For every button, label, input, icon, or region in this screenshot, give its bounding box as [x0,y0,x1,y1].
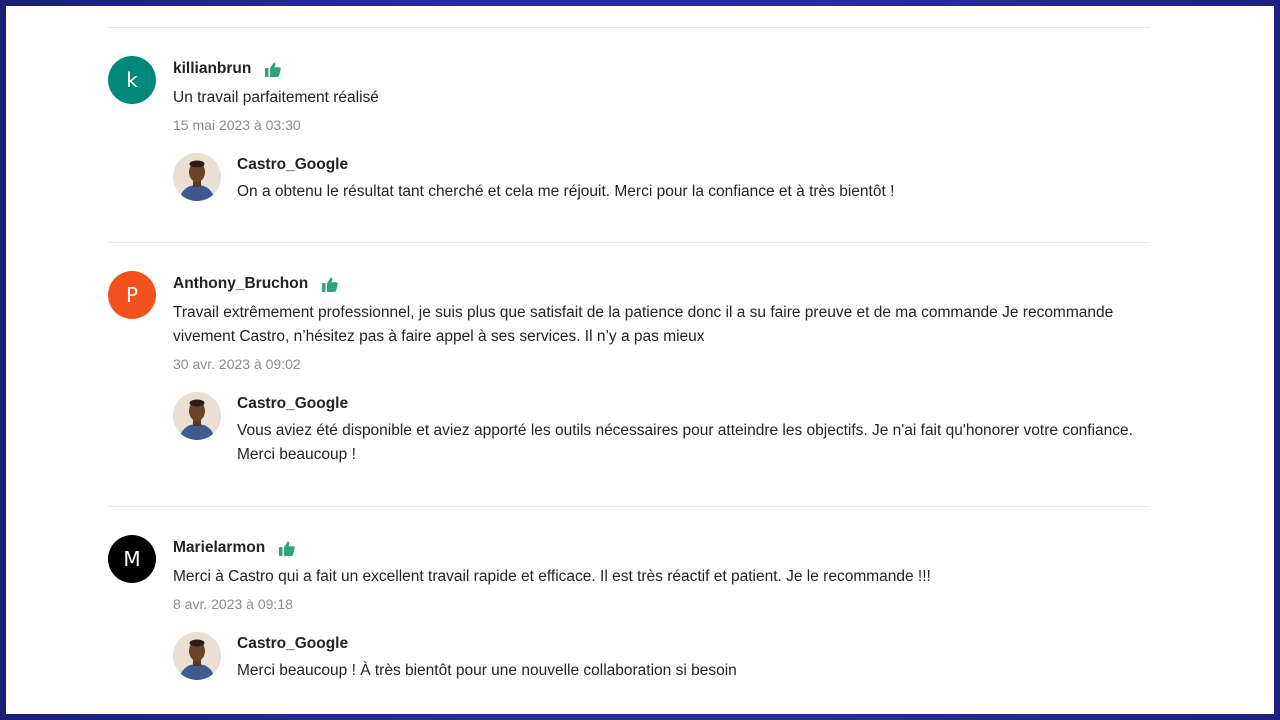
reviews-panel: k killianbrun Un travail parfaitement ré… [6,6,1274,714]
review-header: killianbrun [173,57,1150,81]
seller-reply-text: Merci beaucoup ! À très bientôt pour une… [237,662,737,679]
review-date: 30 avr. 2023 à 09:02 [173,356,301,372]
seller-reply-text: On a obtenu le résultat tant cherché et … [237,183,895,200]
review-body: killianbrun Un travail parfaitement réal… [173,56,1150,213]
divider [108,27,1150,28]
seller-name[interactable]: Castro_Google [237,392,1150,416]
seller-name[interactable]: Castro_Google [237,153,1150,177]
username[interactable]: Anthony_Bruchon [173,275,308,293]
username[interactable]: Marielarmon [173,539,265,557]
review-header: Marielarmon [173,536,1150,560]
avatar[interactable]: k [108,56,156,104]
divider [108,506,1150,507]
review-body: Anthony_Bruchon Travail extrêmement prof… [173,271,1150,476]
seller-reply: Castro_Google On a obtenu le résultat ta… [173,153,1150,213]
seller-reply-body: Castro_Google On a obtenu le résultat ta… [237,153,1150,204]
seller-name[interactable]: Castro_Google [237,632,1150,656]
seller-reply-body: Castro_Google Vous aviez été disponible … [237,392,1150,467]
thumbs-up-icon [322,277,338,292]
thumbs-up-icon [265,62,282,77]
review-date: 15 mai 2023 à 03:30 [173,117,301,133]
thumbs-up-icon [279,541,295,556]
seller-avatar [173,392,221,440]
seller-reply: Castro_Google Merci beaucoup ! À très bi… [173,632,1150,692]
review-body: Marielarmon Merci à Castro qui a fait un… [173,535,1150,692]
review-header: Anthony_Bruchon [173,272,1150,296]
seller-reply: Castro_Google Vous aviez été disponible … [173,392,1150,476]
seller-avatar [173,632,221,680]
review-text: Un travail parfaitement réalisé [173,89,379,106]
review-text: Travail extrêmement professionnel, je su… [173,304,1114,345]
divider [108,242,1150,243]
avatar[interactable]: P [108,271,156,319]
review-text: Merci à Castro qui a fait un excellent t… [173,568,931,585]
seller-reply-text: Vous aviez été disponible et aviez appor… [237,422,1133,463]
seller-reply-body: Castro_Google Merci beaucoup ! À très bi… [237,632,1150,683]
username[interactable]: killianbrun [173,60,251,78]
review-date: 8 avr. 2023 à 09:18 [173,596,293,612]
avatar[interactable]: M [108,535,156,583]
seller-avatar [173,153,221,201]
